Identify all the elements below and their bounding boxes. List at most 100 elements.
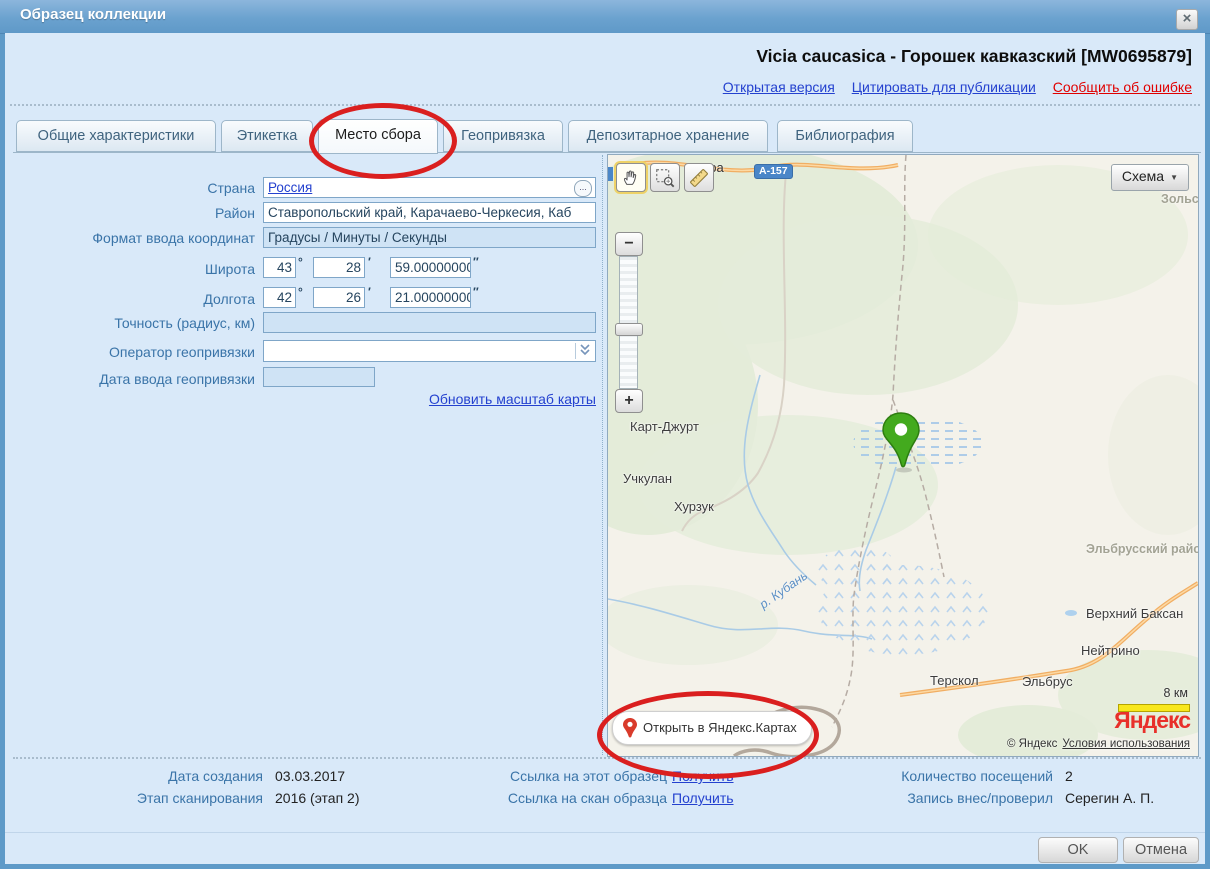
dialog-titlebar[interactable]: Образец коллекции ×	[0, 0, 1210, 34]
close-button[interactable]: ×	[1176, 9, 1198, 30]
latitude-label: Широта	[30, 261, 255, 277]
specimen-link: Получить	[672, 768, 734, 784]
longitude-sec-field[interactable]: 21.00000000	[390, 287, 471, 308]
visits-label: Количество посещений	[800, 768, 1053, 784]
chevron-double-down-icon	[579, 343, 591, 357]
footer-separator	[13, 757, 1201, 759]
geo-date-label: Дата ввода геопривязки	[30, 371, 255, 387]
min-symbol: ′	[368, 285, 371, 299]
min-symbol: ′	[368, 255, 371, 269]
small-lake	[1065, 610, 1077, 616]
map-type-button[interactable]: Схема ▼	[1111, 164, 1189, 191]
tab-general[interactable]: Общие характеристики	[16, 120, 216, 152]
entered-by-value: Серегин А. П.	[1065, 790, 1154, 806]
map-label-elbrussky-district: Эльбрусский район	[1086, 542, 1199, 556]
scan-link: Получить	[672, 790, 734, 806]
map-label-neytrino: Нейтрино	[1081, 643, 1140, 658]
accuracy-field[interactable]	[263, 312, 596, 333]
scan-stage-value: 2016 (этап 2)	[275, 790, 360, 806]
update-map-scale-link[interactable]: Обновить масштаб карты	[429, 391, 596, 407]
longitude-deg-field[interactable]: 42	[263, 287, 296, 308]
road-badge-a157: А-157	[754, 164, 793, 179]
page-title: Vicia caucasica - Горошек кавказский [MW…	[756, 46, 1192, 67]
visits-value: 2	[1065, 768, 1073, 784]
geo-date-field[interactable]	[263, 367, 375, 387]
red-pin-icon	[622, 717, 638, 739]
longitude-label: Долгота	[30, 291, 255, 307]
form-map-splitter[interactable]	[602, 155, 603, 755]
zoom-out-button[interactable]: −	[615, 232, 643, 256]
coord-format-label: Формат ввода координат	[30, 230, 255, 246]
country-label: Страна	[30, 180, 255, 196]
operator-label: Оператор геопривязки	[30, 344, 255, 360]
tab-collection-place[interactable]: Место сбора	[318, 119, 438, 154]
tab-georeference[interactable]: Геопривязка	[443, 120, 563, 152]
road-badge-fragment	[608, 167, 613, 181]
ruler-icon	[688, 167, 710, 189]
scan-link-action[interactable]: Получить	[672, 790, 734, 806]
map-type-label: Схема	[1122, 168, 1164, 184]
dialog-title: Образец коллекции	[20, 6, 166, 23]
created-value: 03.03.2017	[275, 768, 345, 784]
operator-combobox[interactable]	[263, 340, 596, 362]
country-value-link[interactable]: Россия	[268, 180, 312, 195]
accuracy-label: Точность (радиус, км)	[30, 315, 255, 331]
latitude-sec-field[interactable]: 59.00000000	[390, 257, 471, 278]
coord-format-field[interactable]: Градусы / Минуты / Секунды	[263, 227, 596, 248]
deg-symbol: °	[298, 255, 303, 269]
map-label-khurzuk: Хурзук	[674, 499, 714, 514]
map-label-terskol: Терскол	[930, 673, 979, 688]
tab-depository[interactable]: Депозитарное хранение	[568, 120, 768, 152]
close-icon: ×	[1183, 10, 1192, 27]
dropdown-arrow-icon: ▼	[1170, 173, 1178, 182]
sec-symbol: ″	[473, 255, 479, 269]
deg-symbol: °	[298, 285, 303, 299]
open-version-link[interactable]: Открытая версия	[723, 79, 835, 95]
latitude-min-field[interactable]: 28	[313, 257, 365, 278]
map-label-kart-dzhurt: Карт-Джурт	[630, 419, 699, 434]
operator-dropdown-button[interactable]	[575, 343, 593, 359]
map-panel[interactable]: ара А-157 Схема▼	[607, 154, 1199, 757]
specimen-link-action[interactable]: Получить	[672, 768, 734, 784]
map-label-elbrus: Эльбрус	[1022, 674, 1073, 689]
map-label-verkhniy-baksan: Верхний Баксан	[1086, 606, 1183, 621]
map-scale-label: 8 км	[1164, 686, 1189, 700]
specimen-dialog: Образец коллекции × Vicia caucasica - Го…	[0, 0, 1210, 869]
update-map-scale: Обновить масштаб карты	[263, 391, 596, 407]
report-error-link[interactable]: Сообщить об ошибке	[1053, 79, 1192, 95]
map-label-uchkulan: Учкулан	[623, 471, 672, 486]
scan-stage-label: Этап сканирования	[40, 790, 263, 806]
entered-by-label: Запись внес/проверил	[800, 790, 1053, 806]
terms-link[interactable]: Условия использования	[1062, 738, 1190, 750]
created-label: Дата создания	[40, 768, 263, 784]
tab-label[interactable]: Этикетка	[221, 120, 313, 152]
button-bar-separator	[5, 832, 1205, 833]
yandex-logo[interactable]: Яндекс	[1114, 707, 1190, 734]
zoom-select-tool-button[interactable]	[650, 163, 680, 192]
cite-link[interactable]: Цитировать для публикации	[852, 79, 1036, 95]
latitude-deg-field[interactable]: 43	[263, 257, 296, 278]
copyright-text: © Яндекс	[1007, 738, 1057, 750]
cancel-button[interactable]: Отмена	[1123, 837, 1199, 863]
header-links: Открытая версия Цитировать для публикаци…	[710, 79, 1192, 95]
magnifier-select-icon	[654, 167, 676, 189]
zoom-in-button[interactable]: +	[615, 389, 643, 413]
region-field[interactable]: Ставропольский край, Карачаево-Черкесия,…	[263, 202, 596, 223]
ruler-tool-button[interactable]	[684, 163, 714, 192]
region-label: Район	[30, 205, 255, 221]
country-browse-button[interactable]: ...	[574, 180, 592, 197]
zoom-slider-handle[interactable]	[615, 323, 643, 336]
open-in-yandex-maps-button[interactable]: Открыть в Яндекс.Картах	[612, 711, 812, 745]
map-copyright: © Яндекс Условия использования	[1007, 738, 1190, 750]
map-label-zolsky: Зольск	[1161, 192, 1199, 206]
placemark-icon[interactable]	[879, 412, 923, 474]
tab-bibliography[interactable]: Библиография	[777, 120, 913, 152]
sec-symbol: ″	[473, 285, 479, 299]
scan-link-label: Ссылка на скан образца	[420, 790, 667, 806]
pan-tool-button[interactable]	[616, 163, 646, 192]
tab-baseline	[13, 152, 1201, 153]
ellipsis-icon: ...	[579, 182, 587, 192]
country-field[interactable]: Россия ...	[263, 177, 596, 198]
longitude-min-field[interactable]: 26	[313, 287, 365, 308]
ok-button[interactable]: OK	[1038, 837, 1118, 863]
